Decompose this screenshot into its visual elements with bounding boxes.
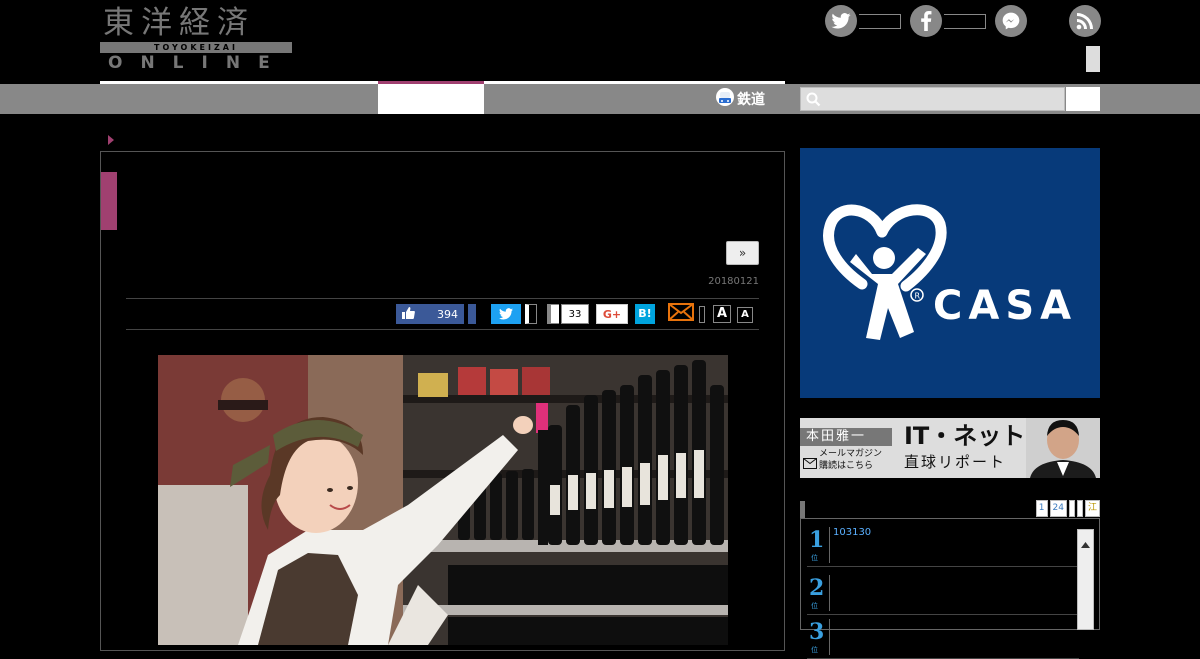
rank-text: 103130 — [833, 527, 872, 538]
list-item[interactable]: 1 位 103130 — [807, 523, 1079, 567]
list-item[interactable]: 3 位 — [807, 615, 1079, 659]
ranking-tab[interactable]: 1 — [1035, 500, 1048, 517]
font-size-small-button[interactable]: A — [737, 307, 753, 323]
twitter-bird-icon — [499, 305, 513, 324]
rank-separator — [829, 527, 830, 563]
divider — [126, 329, 759, 330]
rss-icon — [1069, 5, 1101, 37]
mail-magazine-banner[interactable]: 本田雅一 IT・ネット 直球リポート メールマガジン 購読はこちら — [800, 418, 1100, 478]
font-size-large-button[interactable]: A — [713, 305, 731, 323]
rss-button[interactable] — [1069, 5, 1101, 37]
breadcrumb-arrow-icon — [108, 135, 114, 148]
hatena-count-tail — [547, 304, 559, 324]
nav-item-rail[interactable]: 鉄道 — [716, 88, 765, 110]
thumbs-up-icon — [402, 306, 415, 322]
scroll-up-icon — [1081, 533, 1090, 552]
rank-number: 2 — [809, 575, 825, 601]
divider — [126, 298, 759, 299]
ranking-header-bar — [800, 501, 805, 518]
banner-line2: 購読はこちら — [819, 461, 874, 471]
twitter-follow[interactable] — [825, 5, 903, 37]
facebook-icon — [910, 5, 942, 37]
logo-roman: TOYOKEIZAI — [154, 43, 238, 52]
ranking-tab[interactable]: 江 — [1084, 500, 1100, 517]
ranking-header: 1 24 江 — [800, 499, 1100, 519]
logo-kanji: 東洋経済 — [103, 5, 255, 41]
banner-author: 本田雅一 — [800, 428, 892, 446]
site-logo[interactable]: 東洋経済 TOYOKEIZAI ONLINE — [100, 5, 292, 73]
share-separator — [699, 306, 705, 323]
twitter-icon — [825, 5, 857, 37]
ranking-tab[interactable]: 24 — [1049, 500, 1067, 517]
article-title-accent — [101, 172, 117, 230]
facebook-follow[interactable] — [910, 5, 988, 37]
rank-separator — [829, 575, 830, 611]
next-page-button[interactable]: » — [726, 241, 759, 265]
rank-number: 3 — [809, 619, 825, 645]
ranking-tab[interactable] — [1068, 500, 1075, 517]
ranking-tab[interactable] — [1076, 500, 1083, 517]
facebook-share-button[interactable] — [468, 304, 476, 324]
rank-suffix: 位 — [811, 602, 818, 610]
svg-text:R: R — [915, 292, 921, 301]
ranking-scrollbar[interactable] — [1077, 529, 1094, 630]
ranking-list: 1 位 103130 2 位 3 位 — [800, 519, 1100, 659]
ad-casa-banner[interactable]: R CASA — [800, 148, 1100, 398]
messenger-icon — [995, 5, 1027, 37]
rank-suffix: 位 — [811, 646, 818, 654]
tweet-button[interactable] — [491, 304, 521, 324]
hatena-bookmark-button[interactable]: B! — [635, 304, 655, 324]
search-input[interactable] — [800, 87, 1065, 111]
tweet-count-box — [525, 304, 537, 324]
rank-separator — [829, 619, 830, 655]
nav-tab-active[interactable] — [378, 84, 484, 114]
list-item[interactable]: 2 位 — [807, 571, 1079, 615]
logo-online: ONLINE — [108, 53, 288, 73]
article-date: 20180121 — [708, 276, 759, 287]
hatena-bookmark-count: 33 — [561, 304, 589, 324]
mail-icon — [668, 303, 694, 325]
train-icon — [716, 88, 734, 110]
casa-brand-text: CASA — [933, 283, 1078, 329]
envelope-icon — [803, 454, 817, 473]
search-button[interactable] — [1066, 87, 1100, 111]
ranking-tabs: 1 24 江 — [1035, 500, 1100, 517]
search-icon — [806, 92, 821, 111]
mail-share-button[interactable] — [668, 303, 694, 325]
nav-item-rail-label: 鉄道 — [737, 92, 765, 108]
facebook-count-box — [944, 14, 986, 29]
banner-line1: メールマガジン — [819, 449, 883, 459]
rank-number: 1 — [809, 527, 825, 553]
facebook-like-button[interactable]: 394 — [396, 304, 464, 324]
author-portrait — [1026, 418, 1100, 478]
rank-suffix: 位 — [811, 554, 818, 562]
google-plus-button[interactable]: G+ — [596, 304, 628, 324]
article-panel: » 20180121 394 33 G+ B! A A — [100, 151, 785, 651]
banner-subtitle: 直球リポート — [904, 453, 1007, 471]
article-photo — [158, 355, 728, 645]
banner-title: IT・ネット — [904, 422, 1026, 450]
twitter-count-box — [859, 14, 901, 29]
login-button[interactable] — [1086, 46, 1100, 72]
facebook-like-count: 394 — [437, 307, 458, 321]
messenger-button[interactable] — [995, 5, 1027, 37]
